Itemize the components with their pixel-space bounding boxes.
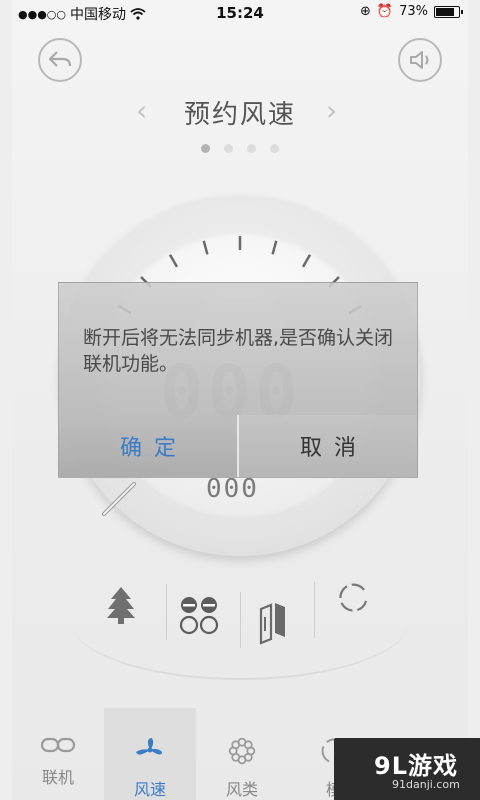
watermark-sub: 91danji.com bbox=[392, 778, 460, 791]
nav-label: 风速 bbox=[133, 780, 166, 799]
status-bar: ●●●○○ 中国移动 15:24 ⊕ ⏰ 73% bbox=[0, 0, 480, 26]
dial-knob-handle[interactable] bbox=[96, 478, 140, 522]
mode-divider bbox=[314, 582, 315, 638]
dialog-buttons: 确定 取消 bbox=[59, 415, 417, 477]
next-arrow-icon[interactable]: › bbox=[326, 94, 337, 127]
dial-sub-digits: 000 bbox=[206, 474, 259, 504]
fan-icon bbox=[136, 738, 162, 755]
circles-mode-button[interactable] bbox=[164, 580, 234, 650]
dial-tick bbox=[168, 254, 179, 268]
cycle-mode-button[interactable] bbox=[318, 562, 388, 632]
dial-tick bbox=[202, 240, 209, 255]
page-dot bbox=[247, 144, 256, 153]
watermark-main: 9L游戏 bbox=[374, 752, 458, 780]
cancel-button[interactable]: 取消 bbox=[237, 415, 417, 477]
page-dot bbox=[201, 144, 210, 153]
nav-item-fan-speed[interactable]: 风速 bbox=[104, 708, 196, 800]
battery-icon bbox=[434, 5, 463, 18]
flower-icon bbox=[228, 737, 256, 765]
confirm-button[interactable]: 确定 bbox=[59, 415, 237, 477]
back-arrow-icon bbox=[48, 51, 72, 67]
dial-tick bbox=[301, 254, 312, 268]
dialog-message: 断开后将无法同步机器,是否确认关闭联机功能。 bbox=[83, 327, 394, 375]
nav-item-link[interactable]: 联机 bbox=[12, 708, 104, 800]
watermark-logo: 9L游戏 91danji.com bbox=[334, 738, 480, 800]
confirm-dialog: 断开后将无法同步机器,是否确认关闭联机功能。 确定 取消 bbox=[58, 282, 418, 478]
battery-percent: 73% bbox=[399, 4, 428, 19]
link-icon bbox=[40, 737, 76, 753]
back-button[interactable] bbox=[38, 38, 82, 82]
tree-icon bbox=[107, 587, 135, 624]
title-row: ‹ 预约风速 › bbox=[0, 92, 480, 132]
alarm-icon: ⏰ bbox=[376, 4, 394, 19]
refresh-icon bbox=[339, 583, 368, 612]
page-indicator bbox=[0, 144, 480, 153]
speaker-icon bbox=[410, 51, 429, 69]
rotation-lock-icon: ⊕ bbox=[360, 4, 371, 19]
page-dot bbox=[224, 144, 233, 153]
four-circles-icon bbox=[179, 597, 219, 635]
swing-mode-button[interactable] bbox=[238, 588, 308, 658]
tree-mode-button[interactable] bbox=[86, 570, 156, 640]
page-dot bbox=[270, 144, 279, 153]
nav-label: 风类 bbox=[225, 780, 258, 799]
battery-fill bbox=[436, 7, 454, 16]
nav-label: 联机 bbox=[41, 768, 74, 787]
dial-tick bbox=[271, 240, 278, 255]
nav-item-wind-type[interactable]: 风类 bbox=[196, 708, 288, 800]
swing-icon bbox=[259, 603, 285, 645]
sound-button[interactable] bbox=[398, 38, 442, 82]
status-right: ⊕ ⏰ 73% bbox=[360, 4, 463, 19]
mode-row bbox=[86, 570, 396, 650]
page-title: 预约风速 bbox=[183, 100, 296, 130]
flower-petal bbox=[243, 740, 253, 750]
